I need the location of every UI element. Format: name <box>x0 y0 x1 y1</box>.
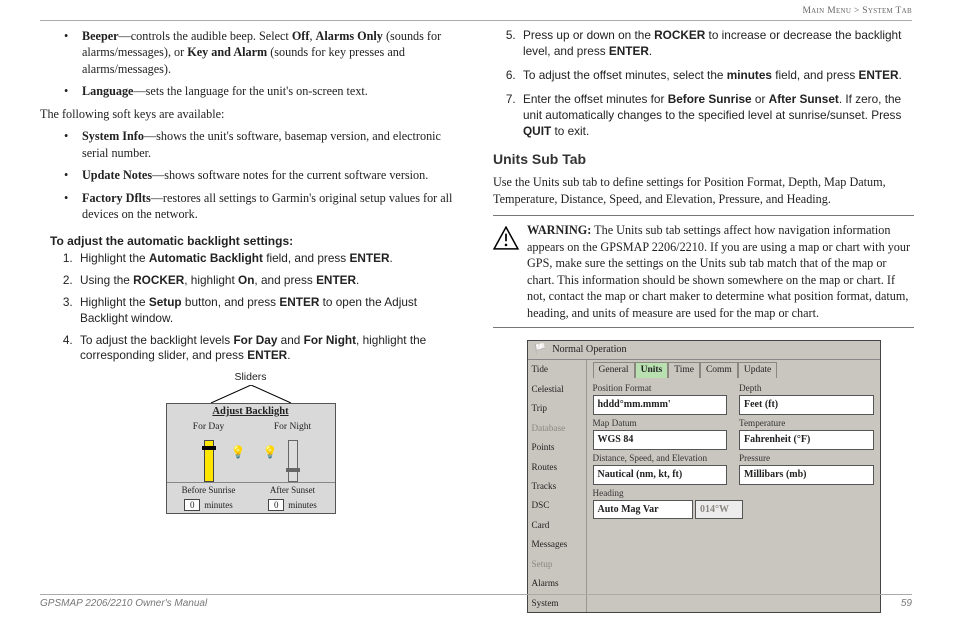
units-subtab-text: Use the Units sub tab to define settings… <box>493 174 914 207</box>
sidebar-alarms[interactable]: Alarms <box>528 574 586 593</box>
flag-icon: 🏳️ <box>534 343 547 357</box>
warning-icon <box>493 222 519 321</box>
units-figure: 🏳️ Normal Operation Tide Celestial Trip … <box>527 340 881 613</box>
breadcrumb-right: System Tab <box>862 6 912 16</box>
caption-arrows <box>156 385 346 403</box>
units-title-bar: 🏳️ Normal Operation <box>528 341 880 360</box>
sidebar-tracks[interactable]: Tracks <box>528 476 586 495</box>
tab-update[interactable]: Update <box>738 362 777 378</box>
units-sidebar: Tide Celestial Trip Database Points Rout… <box>528 360 586 612</box>
heading-label: Heading <box>593 487 874 499</box>
bullet-list-2: System Info—shows the unit's software, b… <box>64 128 461 222</box>
depth-label: Depth <box>739 382 874 394</box>
bullet-beeper: Beeper—controls the audible beep. Select… <box>64 28 461 77</box>
header-rule <box>40 20 912 21</box>
datum-label: Map Datum <box>593 417 728 429</box>
figure-caption: Sliders <box>156 370 346 384</box>
dse-label: Distance, Speed, and Elevation <box>593 452 728 464</box>
bullet-list-1: Beeper—controls the audible beep. Select… <box>64 28 461 100</box>
units-title: Normal Operation <box>552 343 626 357</box>
before-minutes-field[interactable]: 0 <box>184 499 200 511</box>
sidebar-dsc[interactable]: DSC <box>528 496 586 515</box>
units-tabs: General Units Time Comm Update <box>593 362 874 378</box>
sidebar-database: Database <box>528 418 586 437</box>
right-steps: Press up or down on the ROCKER to increa… <box>493 28 914 140</box>
for-night-label: For Night <box>251 420 335 434</box>
bulb-icon: 💡 <box>231 444 246 460</box>
datum-field[interactable]: WGS 84 <box>593 430 728 450</box>
tab-general[interactable]: General <box>593 362 635 378</box>
posfmt-field[interactable]: hddd°mm.mmm' <box>593 395 728 415</box>
sidebar-setup: Setup <box>528 554 586 573</box>
step-5: Press up or down on the ROCKER to increa… <box>519 28 914 60</box>
step-2: Using the ROCKER, highlight On, and pres… <box>76 273 461 289</box>
tab-time[interactable]: Time <box>668 362 700 378</box>
bullet-systeminfo: System Info—shows the unit's software, b… <box>64 128 461 161</box>
tab-units[interactable]: Units <box>635 362 669 378</box>
step-3: Highlight the Setup button, and press EN… <box>76 295 461 327</box>
for-day-label: For Day <box>167 420 251 434</box>
breadcrumb-left: Main Menu <box>802 6 851 16</box>
temp-field[interactable]: Fahrenheit (°F) <box>739 430 874 450</box>
temp-label: Temperature <box>739 417 874 429</box>
left-column: Beeper—controls the audible beep. Select… <box>40 12 461 613</box>
minutes-label-left: minutes <box>204 499 233 511</box>
page-number: 59 <box>901 598 912 609</box>
bullet-factorydflts: Factory Dflts—restores all settings to G… <box>64 190 461 223</box>
sidebar-messages[interactable]: Messages <box>528 535 586 554</box>
heading-var-field: 014°W <box>695 500 743 520</box>
bullet-updatenotes: Update Notes—shows software notes for th… <box>64 167 461 183</box>
day-slider[interactable] <box>204 440 214 482</box>
pressure-field[interactable]: Millibars (mb) <box>739 465 874 485</box>
breadcrumb: Main Menu > System Tab <box>802 6 912 16</box>
backlight-figure: Sliders Adjust Backlight For Day For Nig… <box>156 370 346 513</box>
page-footer: GPSMAP 2206/2210 Owner's Manual 59 <box>40 594 912 609</box>
heading-field[interactable]: Auto Mag Var <box>593 500 693 520</box>
step-6: To adjust the offset minutes, select the… <box>519 68 914 84</box>
page: Beeper—controls the audible beep. Select… <box>0 0 954 613</box>
sidebar-card[interactable]: Card <box>528 515 586 534</box>
sidebar-trip[interactable]: Trip <box>528 399 586 418</box>
adjust-heading: To adjust the automatic backlight settin… <box>50 233 461 249</box>
sidebar-routes[interactable]: Routes <box>528 457 586 476</box>
bulb-dim-icon: 💡 <box>263 444 278 460</box>
dse-field[interactable]: Nautical (nm, kt, ft) <box>593 465 728 485</box>
before-sunrise-label: Before Sunrise <box>167 483 251 497</box>
units-main: General Units Time Comm Update Position … <box>586 360 880 612</box>
step-1: Highlight the Automatic Backlight field,… <box>76 251 461 267</box>
after-minutes-field[interactable]: 0 <box>268 499 284 511</box>
warning-box: WARNING: The Units sub tab settings affe… <box>493 215 914 328</box>
units-subtab-heading: Units Sub Tab <box>493 150 914 169</box>
night-slider[interactable] <box>288 440 298 482</box>
warning-text: WARNING: The Units sub tab settings affe… <box>527 222 914 321</box>
bullet-language: Language—sets the language for the unit'… <box>64 83 461 99</box>
posfmt-label: Position Format <box>593 382 728 394</box>
softkey-intro: The following soft keys are available: <box>40 106 461 122</box>
adjust-steps: Highlight the Automatic Backlight field,… <box>50 251 461 365</box>
after-sunset-label: After Sunset <box>251 483 335 497</box>
tab-comm[interactable]: Comm <box>700 362 738 378</box>
footer-title: GPSMAP 2206/2210 Owner's Manual <box>40 598 207 609</box>
sidebar-celestial[interactable]: Celestial <box>528 379 586 398</box>
sidebar-points[interactable]: Points <box>528 438 586 457</box>
minutes-label-right: minutes <box>288 499 317 511</box>
step-7: Enter the offset minutes for Before Sunr… <box>519 92 914 140</box>
step-4: To adjust the backlight levels For Day a… <box>76 333 461 365</box>
depth-field[interactable]: Feet (ft) <box>739 395 874 415</box>
right-column: Press up or down on the ROCKER to increa… <box>493 12 914 613</box>
pressure-label: Pressure <box>739 452 874 464</box>
dialog-title: Adjust Backlight <box>167 404 335 420</box>
sidebar-tide[interactable]: Tide <box>528 360 586 379</box>
adjust-backlight-dialog: Adjust Backlight For Day For Night 💡 💡 <box>166 403 336 514</box>
